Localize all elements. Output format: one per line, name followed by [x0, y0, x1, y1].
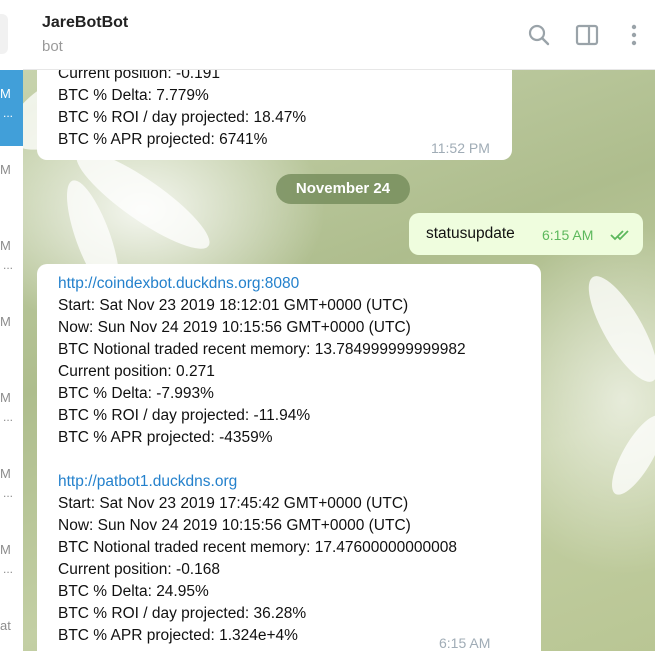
- chat-item-preview: ...: [3, 410, 14, 424]
- message-line: BTC % Delta: -7.993%: [58, 385, 214, 402]
- message-line: BTC % Delta: 24.95%: [58, 583, 209, 600]
- chat-messages-area: Current position: -0.191 BTC % Delta: 7.…: [23, 70, 655, 651]
- chat-subtitle: bot: [42, 38, 63, 55]
- search-icon[interactable]: [526, 22, 552, 48]
- chat-item-time: M: [0, 238, 11, 253]
- message-line: Current position: -0.168: [58, 561, 220, 578]
- outgoing-message[interactable]: statusupdate 6:15 AM: [409, 213, 643, 255]
- incoming-message[interactable]: http://coindexbot.duckdns.org:8080 Start…: [37, 264, 541, 651]
- message-line: BTC % APR projected: -4359%: [58, 429, 273, 446]
- chat-list-item[interactable]: at: [0, 602, 23, 651]
- chat-list-item[interactable]: M ...: [0, 70, 23, 146]
- message-line: Start: Sat Nov 23 2019 18:12:01 GMT+0000…: [58, 297, 409, 314]
- more-vertical-icon[interactable]: [621, 22, 647, 48]
- message-link[interactable]: http://patbot1.duckdns.org: [58, 473, 237, 490]
- search-field-edge[interactable]: [0, 14, 8, 54]
- chat-item-time: M: [0, 314, 11, 329]
- message-line: BTC Notional traded recent memory: 13.78…: [58, 341, 466, 358]
- chat-list-item[interactable]: M: [0, 146, 23, 222]
- chat-item-time: M: [0, 466, 11, 481]
- chat-item-preview: ...: [3, 486, 14, 500]
- chat-list-item[interactable]: M ...: [0, 526, 23, 602]
- chat-item-time: at: [0, 618, 11, 633]
- chat-title[interactable]: JareBotBot: [42, 14, 128, 32]
- message-line: BTC % ROI / day projected: -11.94%: [58, 407, 311, 424]
- date-separator: November 24: [276, 174, 410, 204]
- chat-list-item[interactable]: M ...: [0, 374, 23, 450]
- chat-item-time: M: [0, 86, 11, 101]
- message-line: Start: Sat Nov 23 2019 17:45:42 GMT+0000…: [58, 495, 409, 512]
- message-line: BTC % Delta: 7.779%: [58, 87, 209, 104]
- message-text: statusupdate: [426, 225, 515, 242]
- message-time: 6:15 AM: [439, 635, 491, 651]
- chat-item-preview: ...: [3, 106, 14, 120]
- message-time: 11:52 PM: [431, 140, 490, 156]
- message-line: BTC % ROI / day projected: 36.28%: [58, 605, 307, 622]
- message-line: Now: Sun Nov 24 2019 10:15:56 GMT+0000 (…: [58, 319, 411, 336]
- message-time: 6:15 AM: [542, 227, 594, 243]
- read-checkmark-icon: [610, 230, 629, 241]
- incoming-message[interactable]: Current position: -0.191 BTC % Delta: 7.…: [37, 70, 512, 160]
- chat-list-item[interactable]: M ...: [0, 450, 23, 526]
- message-link[interactable]: http://coindexbot.duckdns.org:8080: [58, 275, 299, 292]
- message-line: Now: Sun Nov 24 2019 10:15:56 GMT+0000 (…: [58, 517, 411, 534]
- wallpaper-petal: [602, 408, 655, 502]
- chat-list-item[interactable]: M: [0, 298, 23, 374]
- chat-item-preview: ...: [3, 258, 14, 272]
- sidebar-toggle-icon[interactable]: [574, 22, 600, 48]
- chat-list-item[interactable]: M ...: [0, 222, 23, 298]
- chat-item-preview: ...: [3, 562, 14, 576]
- message-line: BTC % ROI / day projected: 18.47%: [58, 109, 307, 126]
- message-line: BTC % APR projected: 6741%: [58, 131, 268, 148]
- message-line: Current position: 0.271: [58, 363, 215, 380]
- chat-item-time: M: [0, 390, 11, 405]
- message-line: BTC Notional traded recent memory: 17.47…: [58, 539, 457, 556]
- chat-list-panel: M ... M M ... M M ... M ... M ... at: [0, 0, 24, 651]
- message-line: BTC % APR projected: 1.324e+4%: [58, 627, 298, 644]
- chat-item-time: M: [0, 542, 11, 557]
- chat-item-time: M: [0, 162, 11, 177]
- message-line: Current position: -0.191: [58, 70, 220, 82]
- wallpaper-petal: [576, 267, 655, 391]
- chat-header: JareBotBot bot: [23, 0, 655, 70]
